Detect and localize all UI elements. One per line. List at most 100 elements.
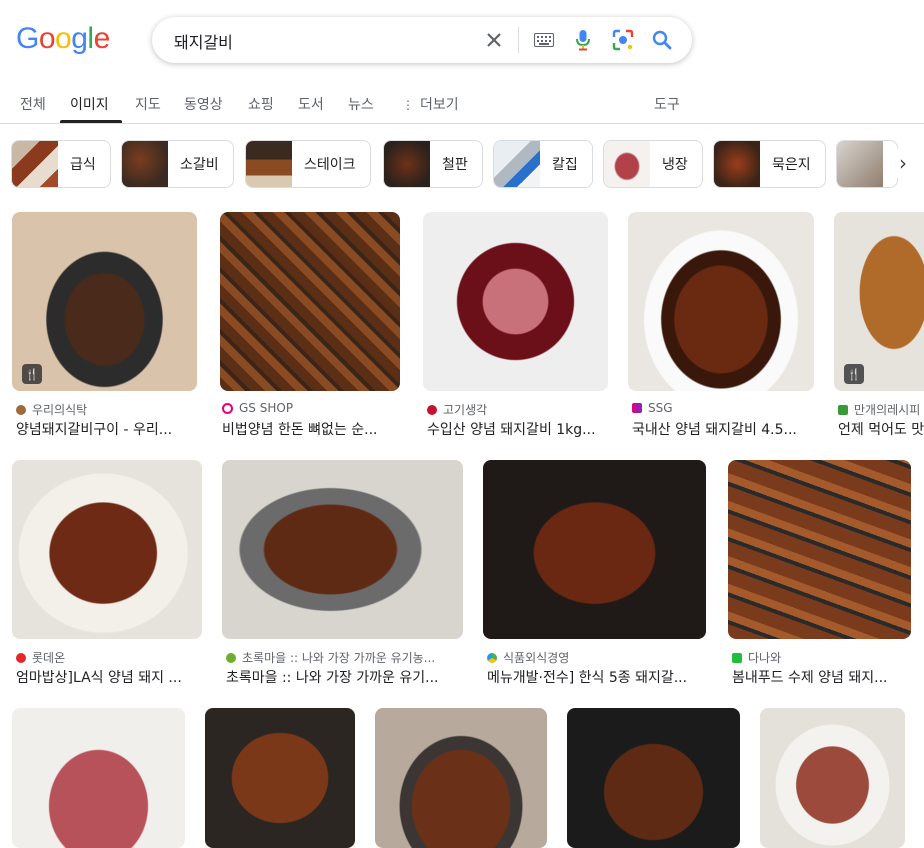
- search-input[interactable]: 돼지갈비: [174, 29, 233, 53]
- source-name: 만개의레시피: [854, 403, 921, 417]
- chip-label: 철판: [442, 157, 468, 173]
- recipe-icon: 🍴: [22, 364, 42, 384]
- tab-shopping[interactable]: 쇼핑: [248, 94, 274, 114]
- chevron-right-icon[interactable]: ›: [888, 148, 918, 178]
- more-vert-icon: ⋮: [402, 98, 414, 112]
- tab-maps[interactable]: 지도: [135, 94, 161, 114]
- result-source[interactable]: 롯데온: [16, 649, 201, 666]
- logo-letter: o: [55, 22, 72, 55]
- logo-letter: o: [38, 22, 56, 55]
- chip-thumbnail: [12, 141, 58, 187]
- source-name: 초록마을 :: 나와 가장 가까운 유기농...: [242, 651, 436, 665]
- result-image[interactable]: [483, 460, 706, 639]
- chip-thumbnail: [246, 141, 292, 187]
- chip-thumbnail: [122, 141, 168, 187]
- result-image[interactable]: [220, 212, 400, 391]
- source-name: 롯데온: [32, 651, 66, 665]
- tab-news[interactable]: 뉴스: [348, 94, 374, 114]
- result-title[interactable]: 엄마밥상]LA식 양념 돼지 ...: [16, 667, 201, 687]
- result-title[interactable]: 언제 먹어도 맛있는: [838, 419, 924, 439]
- result-source[interactable]: GS SHOP: [222, 401, 402, 415]
- favicon-icon: [226, 652, 236, 663]
- favicon-icon: [632, 403, 642, 413]
- keyboard-icon[interactable]: [532, 28, 556, 52]
- result-image[interactable]: [628, 212, 814, 391]
- source-name: 우리의식탁: [32, 403, 88, 417]
- result-source[interactable]: 만개의레시피: [838, 401, 924, 418]
- result-title[interactable]: 초록마을 :: 나와 가장 가까운 유기...: [226, 667, 462, 687]
- result-title[interactable]: 양념돼지갈비구이 - 우리...: [16, 419, 196, 439]
- favicon-icon: [427, 404, 437, 415]
- chip-칼집[interactable]: 칼집: [493, 140, 593, 188]
- favicon-icon: [16, 652, 26, 663]
- tab-all[interactable]: 전체: [20, 94, 46, 114]
- chip-thumbnail: [494, 141, 540, 187]
- microphone-icon[interactable]: [571, 28, 595, 52]
- result-source[interactable]: 초록마을 :: 나와 가장 가까운 유기농...: [226, 649, 462, 666]
- result-source[interactable]: 우리의식탁: [16, 401, 196, 418]
- search-icon[interactable]: [650, 28, 674, 52]
- chip-급식[interactable]: 급식: [11, 140, 111, 188]
- favicon-icon: [16, 404, 26, 415]
- tab-books[interactable]: 도서: [298, 94, 324, 114]
- chip-소갈비[interactable]: 소갈비: [121, 140, 234, 188]
- result-source[interactable]: 다나와: [732, 649, 912, 666]
- chip-thumbnail: [714, 141, 760, 187]
- chip-묵은지[interactable]: 묵은지: [713, 140, 826, 188]
- source-name: 고기생각: [443, 403, 488, 417]
- clear-icon[interactable]: [482, 28, 506, 52]
- chip-철판[interactable]: 철판: [383, 140, 483, 188]
- chip-label: 냉장: [662, 157, 688, 173]
- tools-button[interactable]: 도구: [654, 94, 680, 114]
- result-title[interactable]: 메뉴개발·전수] 한식 5종 돼지갈...: [487, 667, 705, 687]
- tab-videos[interactable]: 동영상: [184, 94, 223, 114]
- result-title[interactable]: 봄내푸드 수제 양념 돼지...: [732, 667, 912, 687]
- google-logo[interactable]: Google: [16, 22, 110, 56]
- result-title[interactable]: 국내산 양념 돼지갈비 4.5...: [632, 419, 814, 439]
- tab-images[interactable]: 이미지: [70, 94, 109, 114]
- camera-lens-icon[interactable]: [611, 28, 635, 52]
- result-image[interactable]: 🍴: [834, 212, 924, 391]
- chip-label: 스테이크: [304, 157, 356, 173]
- result-image[interactable]: [423, 212, 608, 391]
- favicon-icon: [487, 652, 497, 663]
- chip-label: 급식: [70, 157, 96, 173]
- result-source[interactable]: SSG: [632, 401, 812, 415]
- chip-label: 묵은지: [772, 157, 811, 173]
- tab-more-label: 더보기: [420, 97, 459, 113]
- result-image[interactable]: [375, 708, 547, 848]
- chip-thumbnail: [384, 141, 430, 187]
- source-name: GS SHOP: [239, 401, 294, 415]
- source-name: 다나와: [748, 651, 782, 665]
- chip-thumbnail: [604, 141, 650, 187]
- logo-letter: g: [71, 22, 88, 55]
- header-divider: [0, 123, 924, 124]
- chip-label: 칼집: [552, 157, 578, 173]
- result-image[interactable]: [12, 708, 185, 848]
- result-image[interactable]: [12, 460, 202, 639]
- recipe-icon: 🍴: [844, 364, 864, 384]
- result-title[interactable]: 비법양념 한돈 뼈없는 순...: [222, 419, 400, 439]
- result-image[interactable]: [222, 460, 463, 639]
- search-divider: [518, 27, 519, 53]
- source-name: 식품외식경영: [503, 651, 570, 665]
- favicon-icon: [732, 652, 742, 663]
- result-image[interactable]: [728, 460, 911, 639]
- result-image[interactable]: 🍴: [12, 212, 197, 391]
- chip-냉장[interactable]: 냉장: [603, 140, 703, 188]
- result-image[interactable]: [205, 708, 355, 848]
- search-box[interactable]: 돼지갈비: [152, 17, 692, 63]
- logo-letter: e: [93, 22, 111, 55]
- result-image[interactable]: [760, 708, 905, 848]
- chip-thumbnail: [837, 141, 883, 187]
- chip-스테이크[interactable]: 스테이크: [245, 140, 371, 188]
- tab-more[interactable]: ⋮ 더보기: [402, 94, 459, 114]
- result-source[interactable]: 식품외식경영: [487, 649, 705, 666]
- result-title[interactable]: 수입산 양념 돼지갈비 1kg...: [427, 419, 609, 439]
- favicon-icon: [838, 404, 848, 415]
- result-source[interactable]: 고기생각: [427, 401, 607, 418]
- result-image[interactable]: [567, 708, 740, 848]
- favicon-icon: [222, 402, 233, 414]
- logo-letter: G: [16, 22, 39, 55]
- chip-label: 소갈비: [180, 157, 219, 173]
